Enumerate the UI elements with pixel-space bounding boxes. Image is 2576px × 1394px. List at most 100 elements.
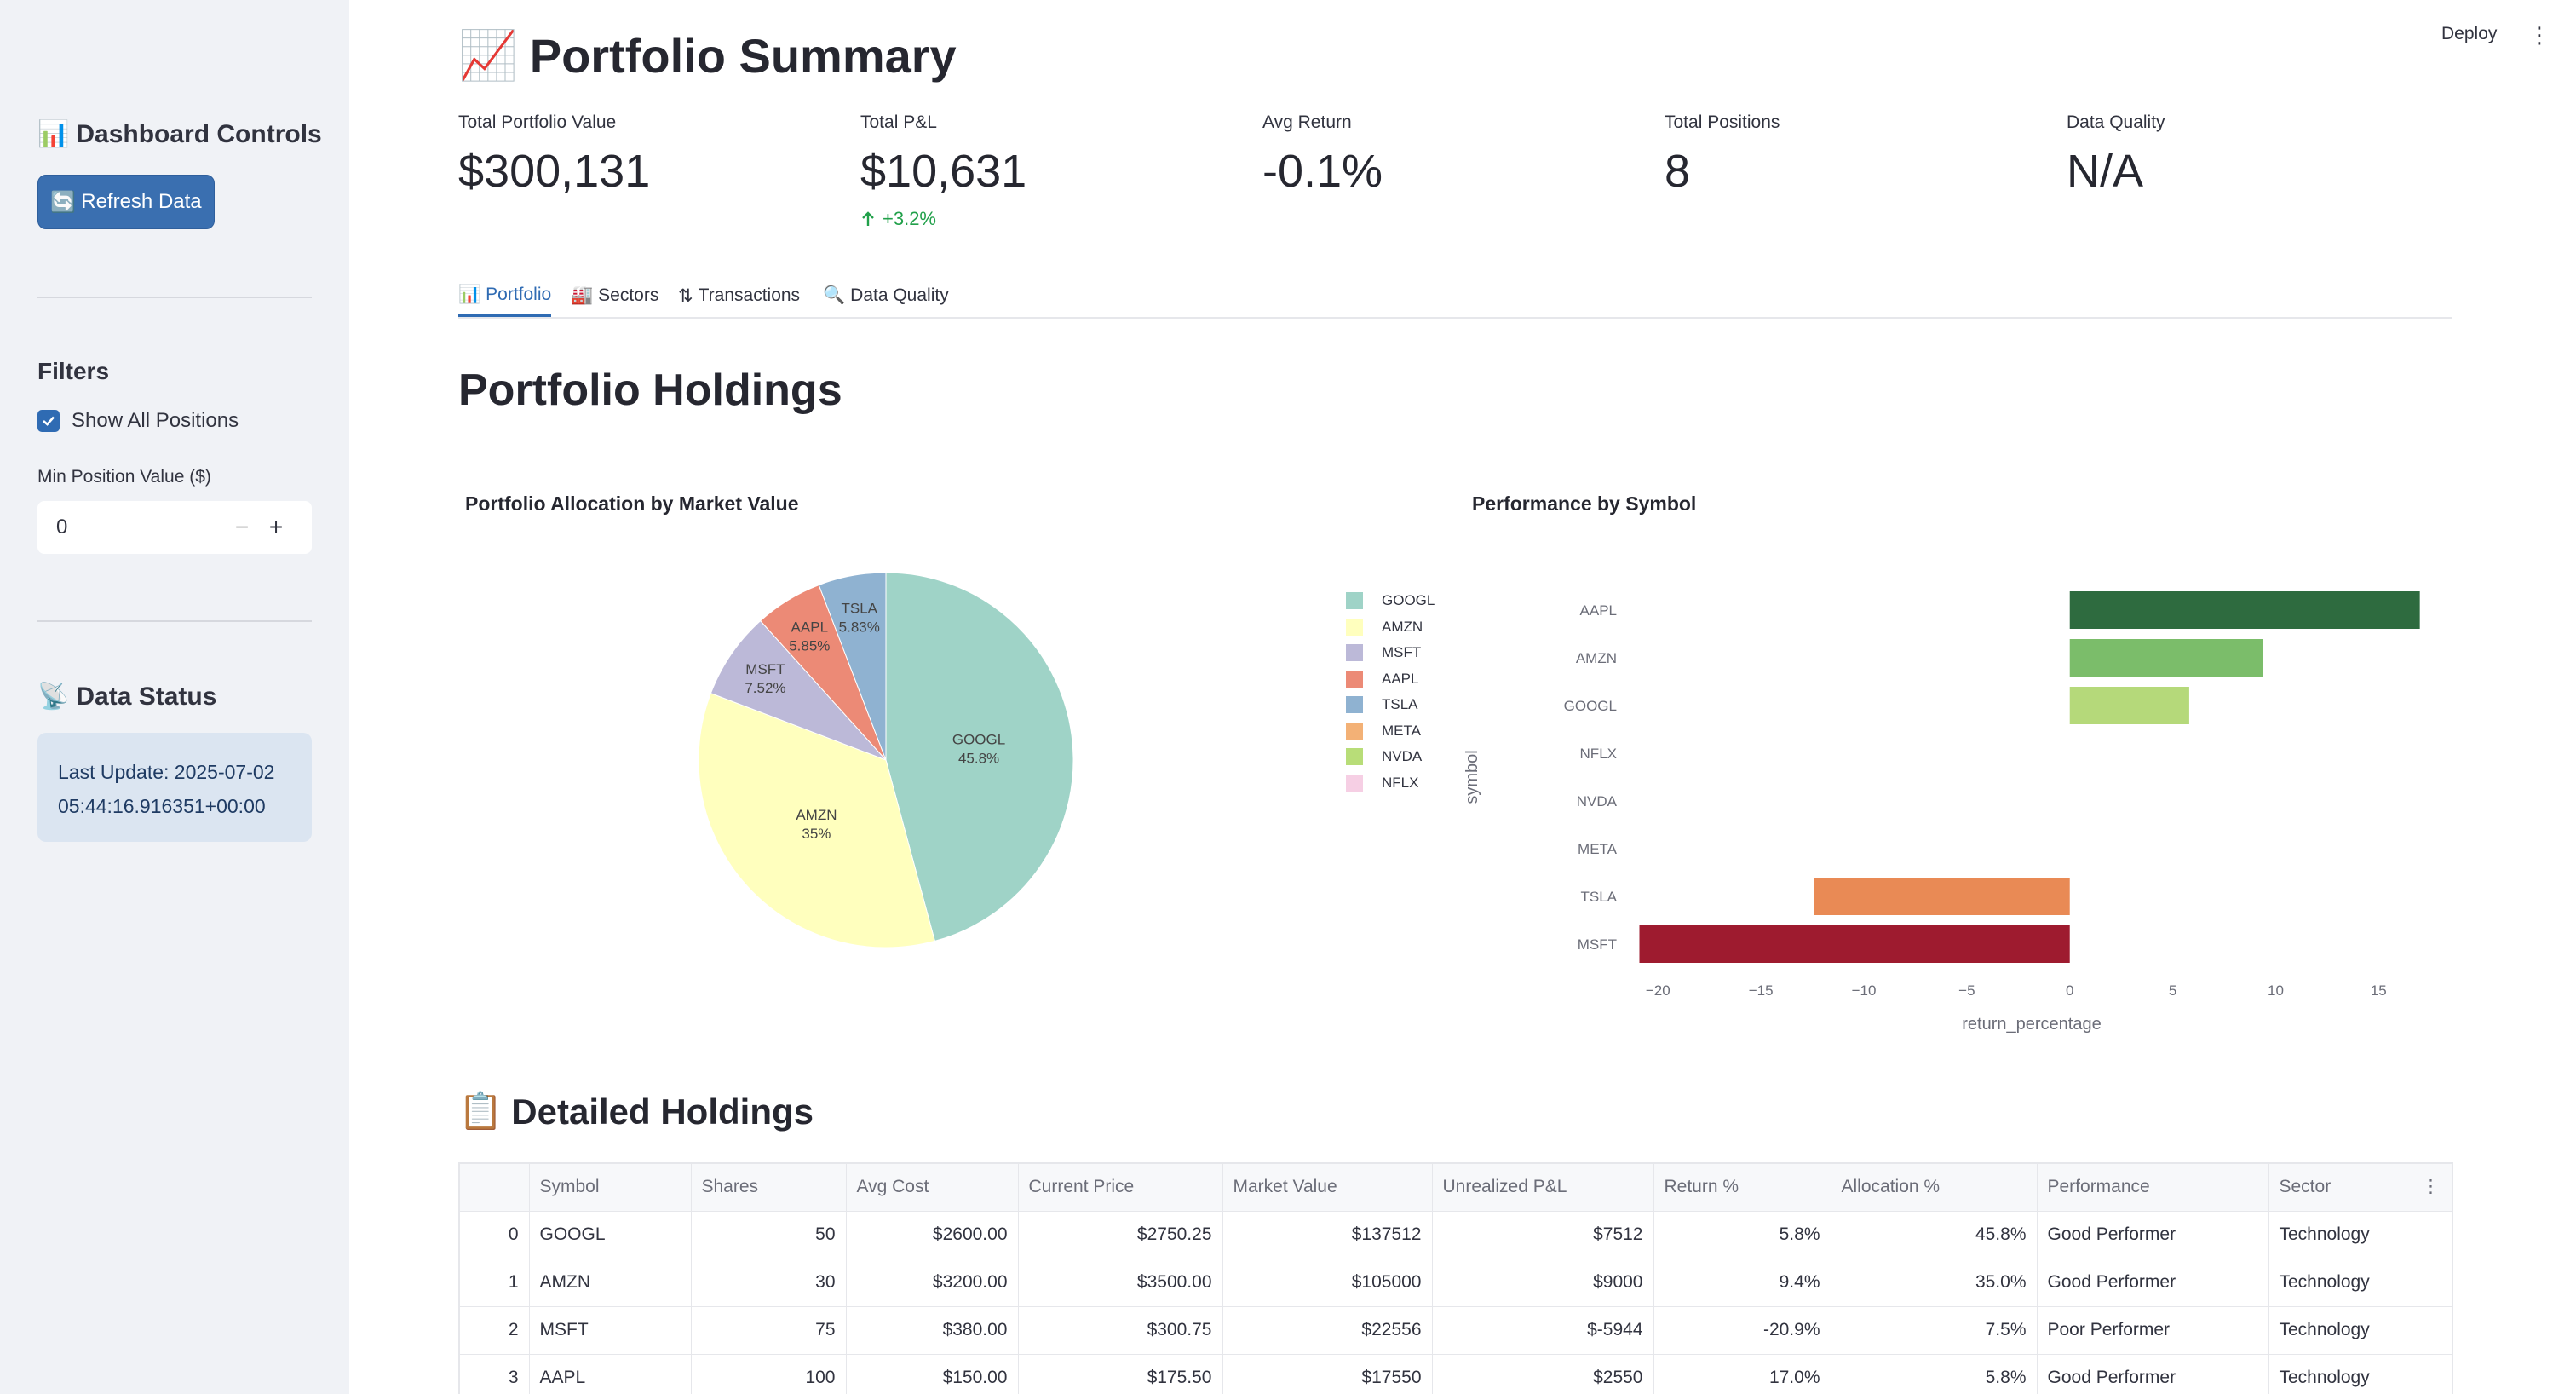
table-cell[interactable]: 45.8% xyxy=(1830,1210,2038,1259)
table-cell[interactable]: 2 xyxy=(458,1305,530,1355)
table-cell[interactable]: Good Performer xyxy=(2036,1353,2269,1394)
legend-item[interactable]: MSFT xyxy=(1346,640,1435,666)
table-cell[interactable]: Technology xyxy=(2268,1305,2453,1355)
arrow-up-icon xyxy=(862,211,874,226)
table-cell[interactable]: $22556 xyxy=(1222,1305,1433,1355)
performance-bar-chart[interactable]: AAPL AMZN GOOGL NFLX NVDA META TSLA MSFT −20 −15 −… xyxy=(1463,573,2453,1034)
column-header[interactable]: Unrealized P&L xyxy=(1431,1162,1654,1212)
table-cell[interactable]: $137512 xyxy=(1222,1210,1433,1259)
table-cell[interactable]: $2750.25 xyxy=(1017,1210,1223,1259)
table-cell[interactable]: $3500.00 xyxy=(1017,1258,1223,1307)
increment-button[interactable]: + xyxy=(259,514,293,541)
metric-avg-return: Avg Return -0.1% xyxy=(1262,112,1383,197)
table-cell[interactable]: Poor Performer xyxy=(2036,1305,2269,1355)
table-cell[interactable]: Technology xyxy=(2268,1258,2453,1307)
table-cell[interactable]: 7.5% xyxy=(1830,1305,2038,1355)
table-cell[interactable]: Technology xyxy=(2268,1210,2453,1259)
bar-amzn[interactable] xyxy=(2069,639,2263,677)
x-axis-label: return_percentage xyxy=(1962,1015,2101,1033)
allocation-pie-chart[interactable]: GOOGL 45.8% AMZN 35% MSFT 7.52% AAPL 5.85% TSLA 5… xyxy=(698,572,1074,948)
table-cell[interactable]: 30 xyxy=(690,1258,847,1307)
table-cell[interactable]: AAPL xyxy=(528,1353,692,1394)
tab-portfolio[interactable]: 📊 Portfolio xyxy=(458,274,552,317)
bar-googl[interactable] xyxy=(2069,687,2189,724)
legend-item[interactable]: NVDA xyxy=(1346,744,1435,770)
column-menu-icon[interactable]: ⋮ xyxy=(2422,1176,2440,1197)
table-cell[interactable]: $105000 xyxy=(1222,1258,1433,1307)
table-cell[interactable]: 35.0% xyxy=(1830,1258,2038,1307)
table-cell[interactable]: MSFT xyxy=(528,1305,692,1355)
column-header[interactable]: Return % xyxy=(1653,1162,1831,1212)
table-cell[interactable]: $150.00 xyxy=(845,1353,1019,1394)
table-cell[interactable]: 50 xyxy=(690,1210,847,1259)
table-cell[interactable]: $7512 xyxy=(1431,1210,1654,1259)
table-row[interactable]: 0 GOOGL 50 $2600.00 $2750.25 $137512 $7512 5.8%… xyxy=(458,1210,2453,1259)
show-all-positions-checkbox[interactable]: Show All Positions xyxy=(37,409,239,433)
legend-item[interactable]: TSLA xyxy=(1346,692,1435,718)
table-cell[interactable]: Good Performer xyxy=(2036,1210,2269,1259)
table-cell[interactable]: 1 xyxy=(458,1258,530,1307)
table-cell[interactable]: 75 xyxy=(690,1305,847,1355)
table-cell[interactable]: 17.0% xyxy=(1653,1353,1831,1394)
legend-item[interactable]: GOOGL xyxy=(1346,588,1435,614)
tab-sectors[interactable]: 🏭 Sectors xyxy=(571,274,658,317)
more-options-icon[interactable]: ⋮ xyxy=(2528,22,2550,49)
decrement-button[interactable]: − xyxy=(225,514,259,541)
min-position-value-input[interactable]: 0 − + xyxy=(37,501,312,554)
magnifier-icon: 🔍 xyxy=(823,285,846,305)
refresh-data-button[interactable]: 🔄 Refresh Data xyxy=(37,175,215,229)
bar-aapl[interactable] xyxy=(2069,591,2420,629)
table-cell[interactable]: $2600.00 xyxy=(845,1210,1019,1259)
table-cell[interactable]: $2550 xyxy=(1431,1353,1654,1394)
deploy-button[interactable]: Deploy xyxy=(2441,24,2497,44)
column-header[interactable]: Sector ⋮ xyxy=(2268,1162,2453,1212)
table-cell[interactable]: $17550 xyxy=(1222,1353,1433,1394)
table-cell[interactable]: Technology xyxy=(2268,1353,2453,1394)
bar-msft[interactable] xyxy=(1639,925,2070,963)
table-cell[interactable]: 100 xyxy=(690,1353,847,1394)
table-cell[interactable]: GOOGL xyxy=(528,1210,692,1259)
table-row[interactable]: 2 MSFT 75 $380.00 $300.75 $22556 $-5944 -20.9% 7… xyxy=(458,1305,2453,1355)
legend-item[interactable]: AAPL xyxy=(1346,666,1435,693)
table-cell[interactable]: Good Performer xyxy=(2036,1258,2269,1307)
checkbox-checked-icon[interactable] xyxy=(37,410,60,432)
table-cell[interactable]: -20.9% xyxy=(1653,1305,1831,1355)
column-header[interactable]: Shares xyxy=(690,1162,847,1212)
table-cell[interactable]: 5.8% xyxy=(1653,1210,1831,1259)
column-header[interactable]: Symbol xyxy=(528,1162,692,1212)
pie-slice-label: AMZN xyxy=(796,807,837,823)
legend-item[interactable]: AMZN xyxy=(1346,614,1435,641)
y-tick-label: NVDA xyxy=(1577,793,1618,809)
table-row[interactable]: 1 AMZN 30 $3200.00 $3500.00 $105000 $9000 9.4% 3… xyxy=(458,1258,2453,1307)
table-cell[interactable]: AMZN xyxy=(528,1258,692,1307)
holdings-table[interactable]: Symbol Shares Avg Cost Current Price Mar… xyxy=(458,1162,2453,1394)
legend-label: META xyxy=(1382,722,1421,739)
table-row[interactable]: 3 AAPL 100 $150.00 $175.50 $17550 $2550 17.0% 5.… xyxy=(458,1353,2453,1394)
table-cell[interactable]: $3200.00 xyxy=(845,1258,1019,1307)
column-header[interactable]: Allocation % xyxy=(1830,1162,2038,1212)
table-cell[interactable]: 0 xyxy=(458,1210,530,1259)
tab-data-quality[interactable]: 🔍 Data Quality xyxy=(823,274,949,317)
legend-item[interactable]: NFLX xyxy=(1346,770,1435,797)
metric-data-quality: Data Quality N/A xyxy=(2067,112,2165,197)
x-tick-label: 15 xyxy=(2371,982,2387,999)
table-cell[interactable]: $380.00 xyxy=(845,1305,1019,1355)
metric-total-positions: Total Positions 8 xyxy=(1665,112,1780,197)
tab-transactions[interactable]: ⇅ Transactions xyxy=(678,274,800,317)
column-header[interactable] xyxy=(458,1162,530,1212)
table-cell[interactable]: $300.75 xyxy=(1017,1305,1223,1355)
table-cell[interactable]: $175.50 xyxy=(1017,1353,1223,1394)
legend-item[interactable]: META xyxy=(1346,718,1435,745)
x-tick-label: −5 xyxy=(1958,982,1975,999)
table-cell[interactable]: 3 xyxy=(458,1353,530,1394)
table-cell[interactable]: 9.4% xyxy=(1653,1258,1831,1307)
min-position-value-field[interactable]: 0 xyxy=(56,516,225,539)
column-header[interactable]: Current Price xyxy=(1017,1162,1223,1212)
table-cell[interactable]: $-5944 xyxy=(1431,1305,1654,1355)
column-header[interactable]: Market Value xyxy=(1222,1162,1433,1212)
bar-tsla[interactable] xyxy=(1814,878,2070,915)
column-header[interactable]: Avg Cost xyxy=(845,1162,1019,1212)
table-cell[interactable]: 5.8% xyxy=(1830,1353,2038,1394)
table-cell[interactable]: $9000 xyxy=(1431,1258,1654,1307)
column-header[interactable]: Performance xyxy=(2036,1162,2269,1212)
